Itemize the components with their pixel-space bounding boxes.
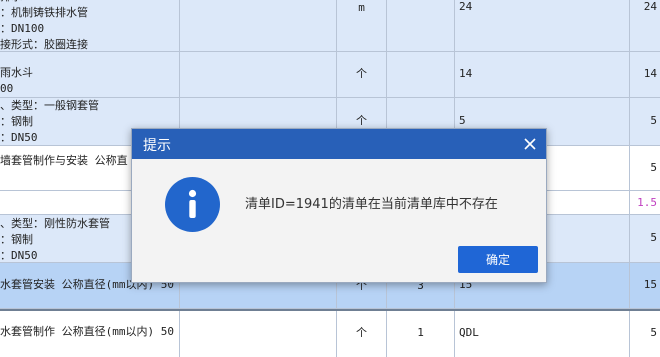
table-row[interactable]: 排水 ：机制铸铁排水管 ：DN100 接形式：胶圈连接 m 24 24 bbox=[0, 0, 660, 52]
quantity-cell: 24 bbox=[643, 0, 657, 13]
desc-line: ：DN100 bbox=[0, 22, 45, 35]
close-icon[interactable] bbox=[520, 134, 540, 154]
desc-line: 接形式：胶圈连接 bbox=[0, 38, 88, 51]
desc-line: ：钢制 bbox=[0, 233, 33, 246]
info-icon bbox=[165, 177, 220, 232]
table-row[interactable]: 雨水斗 00 个 14 14 bbox=[0, 52, 660, 98]
unit-cell: m bbox=[358, 1, 365, 14]
quantity-cell: 14 bbox=[643, 67, 657, 80]
unit-cell: 个 bbox=[356, 326, 367, 339]
quantity-cell: 5 bbox=[650, 161, 657, 174]
quantity-expression: 14 bbox=[459, 67, 473, 80]
desc-line: ：DN50 bbox=[0, 249, 38, 262]
desc-line: ：机制铸铁排水管 bbox=[0, 6, 88, 19]
desc-line: 00 bbox=[0, 82, 14, 95]
desc-line: 、类型：一般钢套管 bbox=[0, 99, 99, 112]
desc-line: 、类型：刚性防水套管 bbox=[0, 217, 110, 230]
desc-line: ：钢制 bbox=[0, 115, 33, 128]
quantity-cell: 5 bbox=[650, 326, 657, 339]
table-row[interactable]: 水套管制作 公称直径(mm以内) 50 个 1 QDL 5 bbox=[0, 309, 660, 357]
count-cell: 1 bbox=[417, 326, 424, 339]
quantity-expression: QDL bbox=[459, 326, 479, 339]
ok-button[interactable]: 确定 bbox=[458, 246, 538, 273]
desc-line: 雨水斗 bbox=[0, 66, 33, 79]
desc-line: 水套管制作 公称直径(mm以内) 50 bbox=[0, 325, 174, 338]
dialog-title: 提示 bbox=[143, 137, 171, 153]
quantity-expression: 5 bbox=[459, 114, 466, 127]
quantity-cell: 5 bbox=[650, 114, 657, 127]
quantity-cell: 1.5 bbox=[637, 196, 657, 209]
desc-line: 墙套管制作与安装 公称直 bbox=[0, 154, 128, 167]
desc-line: ：DN50 bbox=[0, 131, 38, 144]
quantity-cell: 5 bbox=[650, 231, 657, 244]
alert-dialog: 提示 清单ID=1941的清单在当前清单库中不存在 确定 bbox=[131, 128, 547, 283]
quantity-cell: 15 bbox=[643, 278, 657, 291]
dialog-title-bar[interactable]: 提示 bbox=[132, 129, 546, 159]
dialog-message: 清单ID=1941的清单在当前清单库中不存在 bbox=[245, 197, 498, 212]
quantity-expression: 24 bbox=[459, 0, 473, 13]
unit-cell: 个 bbox=[356, 114, 367, 127]
unit-cell: 个 bbox=[356, 67, 367, 80]
